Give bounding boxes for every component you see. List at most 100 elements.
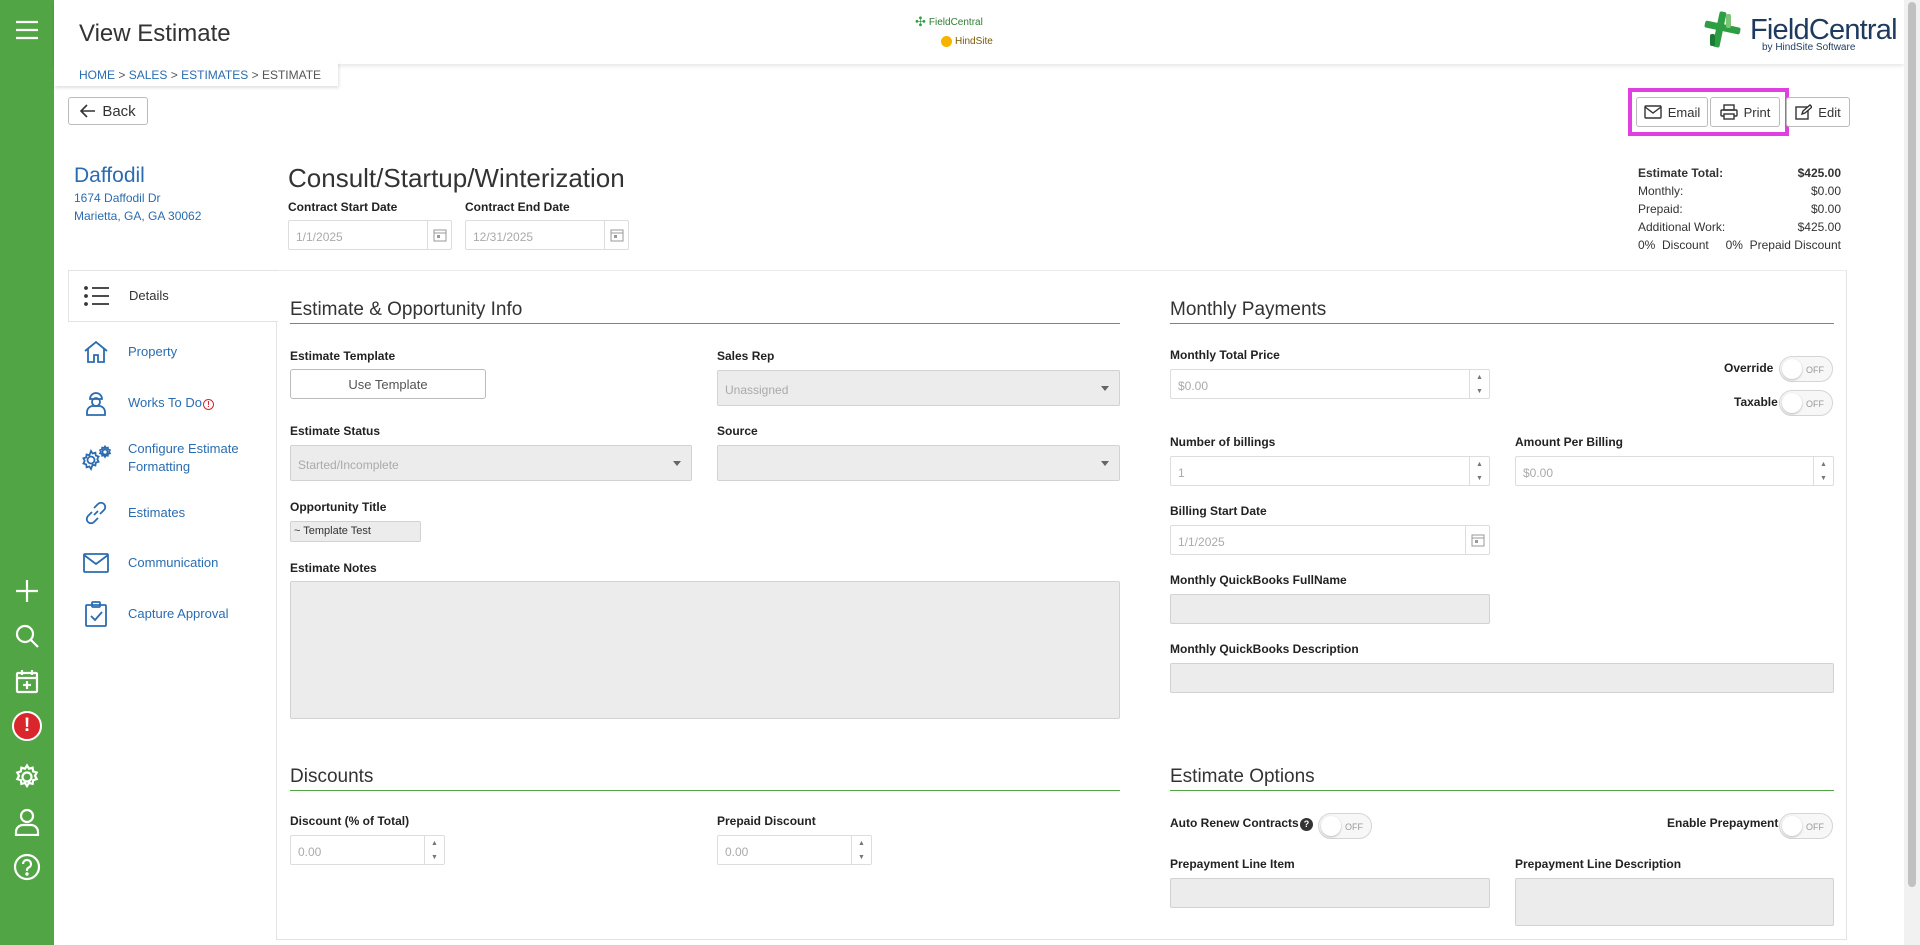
additional-work-value: $425.00 — [1797, 220, 1841, 234]
left-nav-rail: ! — [0, 0, 54, 945]
calendar-icon[interactable] — [427, 221, 451, 249]
contract-end-value: 12/31/2025 — [473, 230, 534, 244]
tab-works-to-do[interactable]: Works To Do! — [68, 383, 276, 423]
search-icon[interactable] — [11, 620, 43, 652]
total-value: $425.00 — [1797, 166, 1841, 180]
customer-street: 1674 Daffodil Dr — [74, 191, 161, 205]
customer-name[interactable]: Daffodil — [74, 164, 145, 188]
tab-capture-approval[interactable]: Capture Approval — [68, 594, 276, 634]
billing-start-date-label: Billing Start Date — [1170, 504, 1267, 518]
estimate-status-select[interactable]: Started/Incomplete — [290, 445, 692, 481]
taxable-toggle[interactable]: OFF — [1779, 390, 1833, 416]
auto-renew-toggle[interactable]: OFF — [1318, 813, 1372, 839]
sales-rep-value: Unassigned — [725, 383, 789, 397]
number-spinner[interactable]: ▲ ▼ — [851, 836, 871, 864]
contract-end-field[interactable]: 12/31/2025 — [465, 220, 629, 250]
printer-icon — [1719, 104, 1738, 120]
prepaid-discount-input[interactable]: 0.00 ▲ ▼ — [717, 835, 872, 865]
sales-rep-select[interactable]: Unassigned — [717, 370, 1120, 406]
print-button-label: Print — [1743, 104, 1771, 120]
scrollbar-thumb[interactable] — [1908, 2, 1916, 887]
tab-configure-formatting[interactable]: Configure Estimate Formatting — [68, 433, 276, 483]
calendar-icon[interactable] — [1465, 526, 1489, 554]
help-icon[interactable] — [11, 851, 43, 883]
qb-fullname-input[interactable] — [1170, 594, 1490, 624]
monthly-total-price-input[interactable]: $0.00 ▲ ▼ — [1170, 369, 1490, 399]
breadcrumb-estimates[interactable]: ESTIMATES — [181, 68, 248, 82]
tab-configure-formatting-label: Configure Estimate Formatting — [128, 441, 239, 474]
enable-prepayment-toggle[interactable]: OFF — [1779, 813, 1833, 839]
number-of-billings-input[interactable]: 1 ▲ ▼ — [1170, 456, 1490, 486]
contract-start-field[interactable]: 1/1/2025 — [288, 220, 452, 250]
number-spinner[interactable]: ▲ ▼ — [1469, 457, 1489, 485]
center-logo-bottom-text: HindSite — [955, 36, 993, 47]
prepayment-line-description-textarea[interactable] — [1515, 878, 1834, 926]
monthly-value: $0.00 — [1810, 184, 1841, 198]
prepaid-discount-value: 0.00 — [725, 845, 749, 859]
amount-per-billing-input[interactable]: $0.00 ▲ ▼ — [1515, 456, 1834, 486]
center-logo: ✣ FieldCentral HindSite — [915, 14, 993, 47]
breadcrumb-sales[interactable]: SALES — [129, 68, 168, 82]
estimate-totals: Estimate Total: $425.00 Monthly: $0.00 Pre… — [1638, 164, 1841, 254]
breadcrumb-separator: > — [118, 68, 126, 82]
tab-estimates-label: Estimates — [128, 505, 186, 520]
monthly-total-price-label: Monthly Total Price — [1170, 348, 1280, 362]
user-profile-icon[interactable] — [11, 806, 43, 838]
tab-details-label: Details — [129, 288, 169, 303]
hindsite-mini-logo-icon — [941, 36, 952, 47]
override-toggle[interactable]: OFF — [1779, 356, 1833, 382]
list-icon — [77, 285, 117, 307]
help-tooltip-icon[interactable]: ? — [1300, 818, 1313, 831]
calendar-add-icon[interactable] — [11, 665, 43, 697]
breadcrumb-home[interactable]: HOME — [79, 68, 115, 82]
back-button[interactable]: Back — [68, 97, 148, 125]
opportunity-title-label: Opportunity Title — [290, 500, 387, 514]
center-logo-top-text: FieldCentral — [928, 16, 983, 28]
source-select[interactable] — [717, 445, 1120, 481]
edit-button[interactable]: Edit — [1786, 97, 1850, 127]
estimate-name: Consult/Startup/Winterization — [288, 163, 625, 193]
customer-address[interactable]: 1674 Daffodil Dr Marietta, GA, GA 30062 — [74, 189, 201, 225]
monthly-total-price-value: $0.00 — [1178, 379, 1209, 393]
number-spinner[interactable]: ▲ ▼ — [1469, 370, 1489, 398]
tab-property[interactable]: Property — [68, 332, 276, 372]
breadcrumb: HOME > SALES > ESTIMATES > ESTIMATE — [54, 62, 338, 86]
enable-prepayment-label: Enable Prepayment — [1667, 816, 1779, 830]
add-icon[interactable] — [11, 575, 43, 607]
opportunity-title-input[interactable]: ~ Template Test — [290, 521, 421, 542]
use-template-button[interactable]: Use Template — [290, 369, 486, 399]
discounts-section-heading: Discounts — [290, 766, 1120, 791]
prepaid-discount-label: Prepaid Discount — [717, 814, 816, 828]
back-button-label: Back — [102, 102, 136, 120]
billing-start-date-input[interactable]: 1/1/2025 — [1170, 525, 1490, 555]
qb-description-input[interactable] — [1170, 663, 1834, 693]
amount-per-billing-value: $0.00 — [1523, 466, 1554, 480]
envelope-icon — [76, 553, 116, 573]
number-spinner[interactable]: ▲ ▼ — [424, 836, 444, 864]
tab-estimates[interactable]: Estimates — [68, 493, 276, 533]
tab-communication-label: Communication — [128, 555, 219, 570]
discount-pct: 0% — [1638, 238, 1656, 252]
tab-details[interactable]: Details — [68, 270, 278, 322]
alert-icon[interactable]: ! — [11, 710, 43, 742]
total-label: Estimate Total: — [1638, 166, 1724, 180]
arrow-left-icon — [80, 104, 96, 118]
settings-gear-icon[interactable] — [11, 761, 43, 793]
email-button[interactable]: Email — [1636, 97, 1708, 127]
print-button[interactable]: Print — [1710, 97, 1780, 127]
monthly-section-heading: Monthly Payments — [1170, 299, 1834, 324]
page-scrollbar[interactable] — [1904, 0, 1920, 945]
worker-icon — [76, 390, 116, 416]
prepayment-line-item-input[interactable] — [1170, 878, 1490, 908]
estimate-status-label: Estimate Status — [290, 424, 381, 438]
brand-subtitle: by HindSite Software — [1762, 42, 1856, 53]
estimate-notes-textarea[interactable] — [290, 581, 1120, 719]
calendar-icon[interactable] — [604, 221, 628, 249]
edit-button-label: Edit — [1818, 104, 1841, 120]
edit-pencil-icon — [1795, 104, 1813, 120]
number-spinner[interactable]: ▲ ▼ — [1813, 457, 1833, 485]
tab-communication[interactable]: Communication — [68, 543, 276, 583]
hamburger-menu-icon[interactable] — [11, 14, 43, 46]
estimate-status-value: Started/Incomplete — [298, 458, 399, 472]
discount-pct-input[interactable]: 0.00 ▲ ▼ — [290, 835, 445, 865]
